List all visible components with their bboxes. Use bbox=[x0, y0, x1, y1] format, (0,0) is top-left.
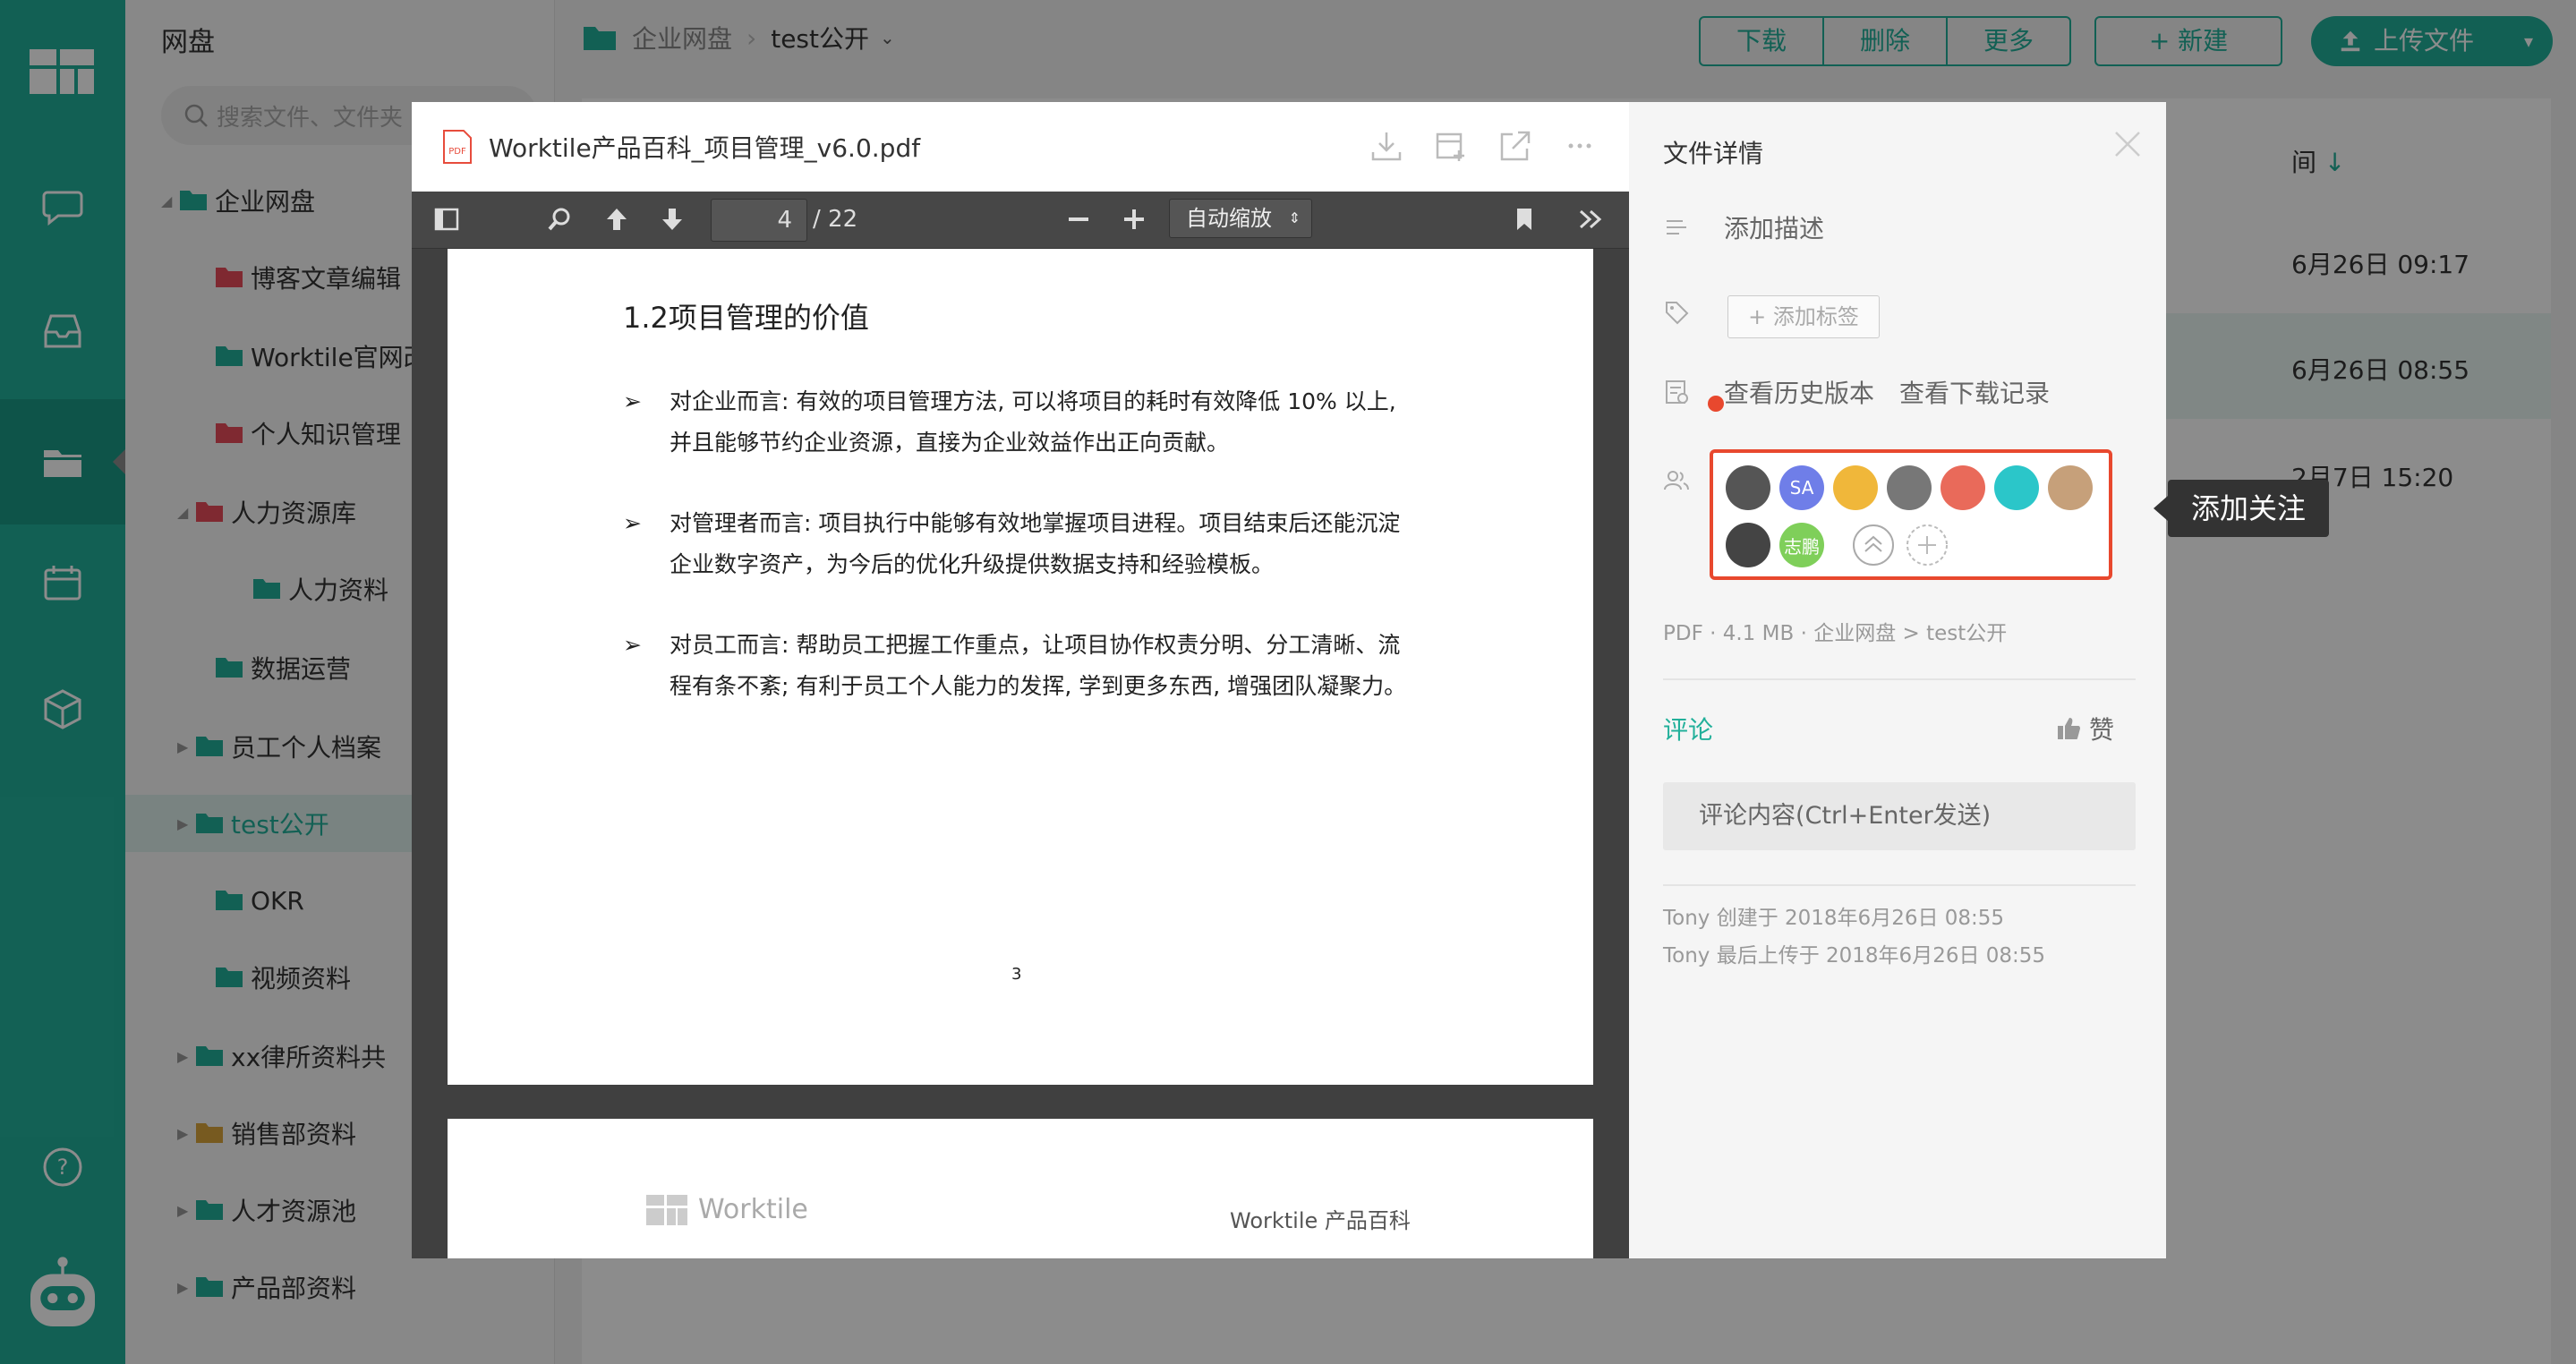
bullet-paragraph: ➢ 对员工而言: 帮助员工把握工作重点，让项目协作权责分明、分工清晰、流 程有条… bbox=[623, 625, 1429, 707]
bullet-arrow-icon: ➢ bbox=[623, 510, 642, 536]
collapse-icon[interactable] bbox=[1851, 523, 1896, 567]
created-log: Tony 创建于 2018年6月26日 08:55 bbox=[1663, 907, 2005, 930]
follower-avatar[interactable] bbox=[1887, 465, 1932, 510]
worktile-logo-icon bbox=[646, 1194, 687, 1225]
pdf-page: Worktile Worktile 产品百科 bbox=[448, 1119, 1593, 1258]
description-row[interactable]: 添加描述 bbox=[1663, 209, 1824, 245]
tools-menu-icon[interactable] bbox=[1577, 206, 1604, 236]
close-icon[interactable] bbox=[2112, 129, 2143, 159]
comment-input[interactable]: 评论内容(Ctrl+Enter发送) bbox=[1663, 782, 2136, 850]
select-arrows-icon: ⇕ bbox=[1288, 209, 1301, 226]
file-name: Worktile产品百科_项目管理_v6.0.pdf bbox=[489, 133, 921, 163]
worktile-doc-logo: Worktile bbox=[646, 1194, 808, 1225]
like-button[interactable]: 赞 bbox=[2055, 711, 2114, 746]
follower-avatar[interactable] bbox=[1994, 465, 2039, 510]
svg-text:PDF: PDF bbox=[448, 147, 466, 157]
view-history-link[interactable]: 查看历史版本 bbox=[1724, 374, 1874, 410]
follower-avatar[interactable]: SA bbox=[1779, 465, 1824, 510]
add-follower-icon[interactable] bbox=[1905, 523, 1949, 567]
follower-avatar[interactable] bbox=[1833, 465, 1878, 510]
bullet-arrow-icon: ➢ bbox=[623, 388, 642, 414]
bullet-paragraph: ➢ 对企业而言: 有效的项目管理方法, 可以将项目的耗时有效降低 10% 以上,… bbox=[623, 381, 1429, 464]
add-tag-button[interactable]: + 添加标签 bbox=[1727, 295, 1880, 338]
follower-avatar[interactable] bbox=[1726, 523, 1770, 567]
bullet-paragraph: ➢ 对管理者而言: 项目执行中能够有效地掌握项目进程。项目结束后还能沉淀 企业数… bbox=[623, 503, 1429, 585]
text-lines-icon bbox=[1667, 220, 1686, 234]
zoom-out-icon[interactable] bbox=[1065, 206, 1092, 236]
pdf-page: 1.2项目管理的价值 ➢ 对企业而言: 有效的项目管理方法, 可以将项目的耗时有… bbox=[448, 249, 1593, 1085]
zoom-in-icon[interactable] bbox=[1121, 206, 1147, 236]
zoom-select[interactable]: 自动缩放 ⇕ bbox=[1169, 199, 1312, 238]
add-description-link[interactable]: 添加描述 bbox=[1724, 209, 1824, 245]
bookmark-icon[interactable] bbox=[1511, 206, 1538, 236]
page-header-title: Worktile 产品百科 bbox=[1230, 1208, 1411, 1233]
followers-box: SA 志鹏 bbox=[1710, 449, 2112, 580]
add-follow-callout: 添加关注 bbox=[2154, 480, 2329, 537]
open-external-icon[interactable] bbox=[1498, 129, 1532, 163]
tag-icon bbox=[1666, 302, 1689, 325]
file-preview-modal: PDF Worktile产品百科_项目管理_v6.0.pdf 4 / 22 自动… bbox=[412, 102, 2166, 1258]
annotation-dot bbox=[1708, 396, 1724, 412]
page-number-input[interactable]: 4 bbox=[711, 199, 807, 242]
view-downloads-link[interactable]: 查看下载记录 bbox=[1899, 374, 2050, 410]
more-icon[interactable] bbox=[1563, 129, 1597, 163]
updated-log: Tony 最后上传于 2018年6月26日 08:55 bbox=[1663, 944, 2046, 968]
file-meta: PDF · 4.1 MB · 企业网盘 > test公开 bbox=[1663, 622, 2008, 645]
download-icon[interactable] bbox=[1369, 129, 1403, 163]
preview-header: PDF Worktile产品百科_项目管理_v6.0.pdf bbox=[412, 102, 1629, 192]
follower-avatar[interactable] bbox=[2048, 465, 2093, 510]
pdf-toolbar: 4 / 22 自动缩放 ⇕ bbox=[412, 192, 1629, 249]
detail-title: 文件详情 bbox=[1663, 139, 1764, 168]
find-icon[interactable] bbox=[546, 206, 573, 236]
follower-avatar[interactable]: 志鹏 bbox=[1779, 523, 1824, 567]
history-icon bbox=[1666, 380, 1688, 404]
next-page-icon[interactable] bbox=[659, 206, 686, 236]
follower-avatar[interactable] bbox=[1726, 465, 1770, 510]
avatar-initials: 志鹏 bbox=[1784, 535, 1820, 558]
preview-header-actions bbox=[1369, 129, 1597, 163]
page-footer-number: 3 bbox=[1011, 965, 1022, 984]
divider bbox=[1663, 884, 2136, 886]
followers-icon bbox=[1664, 471, 1689, 490]
page-heading: 1.2项目管理的价值 bbox=[623, 301, 869, 335]
pdf-file-icon: PDF bbox=[443, 130, 472, 164]
page-total: / 22 bbox=[813, 206, 858, 233]
divider bbox=[1663, 678, 2136, 680]
file-detail-panel: 文件详情 添加描述 + 添加标签 查看历史版本 查看下载记录 SA 志鹏 PDF … bbox=[1629, 102, 2166, 1258]
comments-tab[interactable]: 评论 bbox=[1663, 711, 1713, 746]
toggle-sidebar-icon[interactable] bbox=[433, 206, 460, 236]
thumbs-up-icon bbox=[2058, 718, 2080, 739]
bullet-arrow-icon: ➢ bbox=[623, 632, 642, 658]
follower-avatar[interactable] bbox=[1941, 465, 1985, 510]
avatar-initials: SA bbox=[1789, 477, 1814, 499]
save-to-icon[interactable] bbox=[1434, 129, 1468, 163]
previous-page-icon[interactable] bbox=[603, 206, 630, 236]
pdf-viewer: 4 / 22 自动缩放 ⇕ 1.2项目管理的价值 ➢ 对企业而言: 有效的项目管理… bbox=[412, 192, 1629, 1258]
